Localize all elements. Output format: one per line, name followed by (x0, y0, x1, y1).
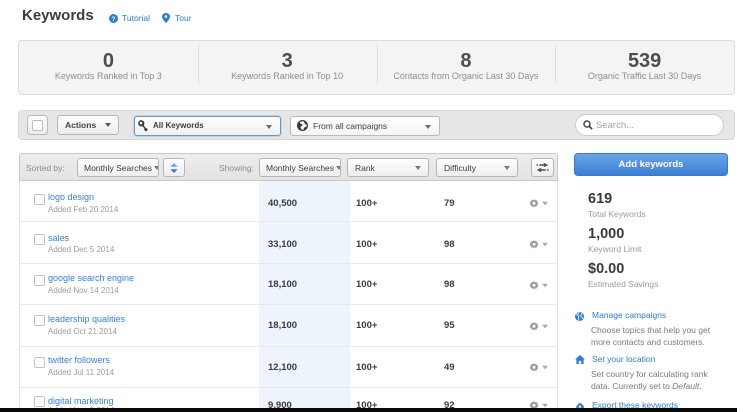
svg-text:?: ? (112, 16, 116, 23)
